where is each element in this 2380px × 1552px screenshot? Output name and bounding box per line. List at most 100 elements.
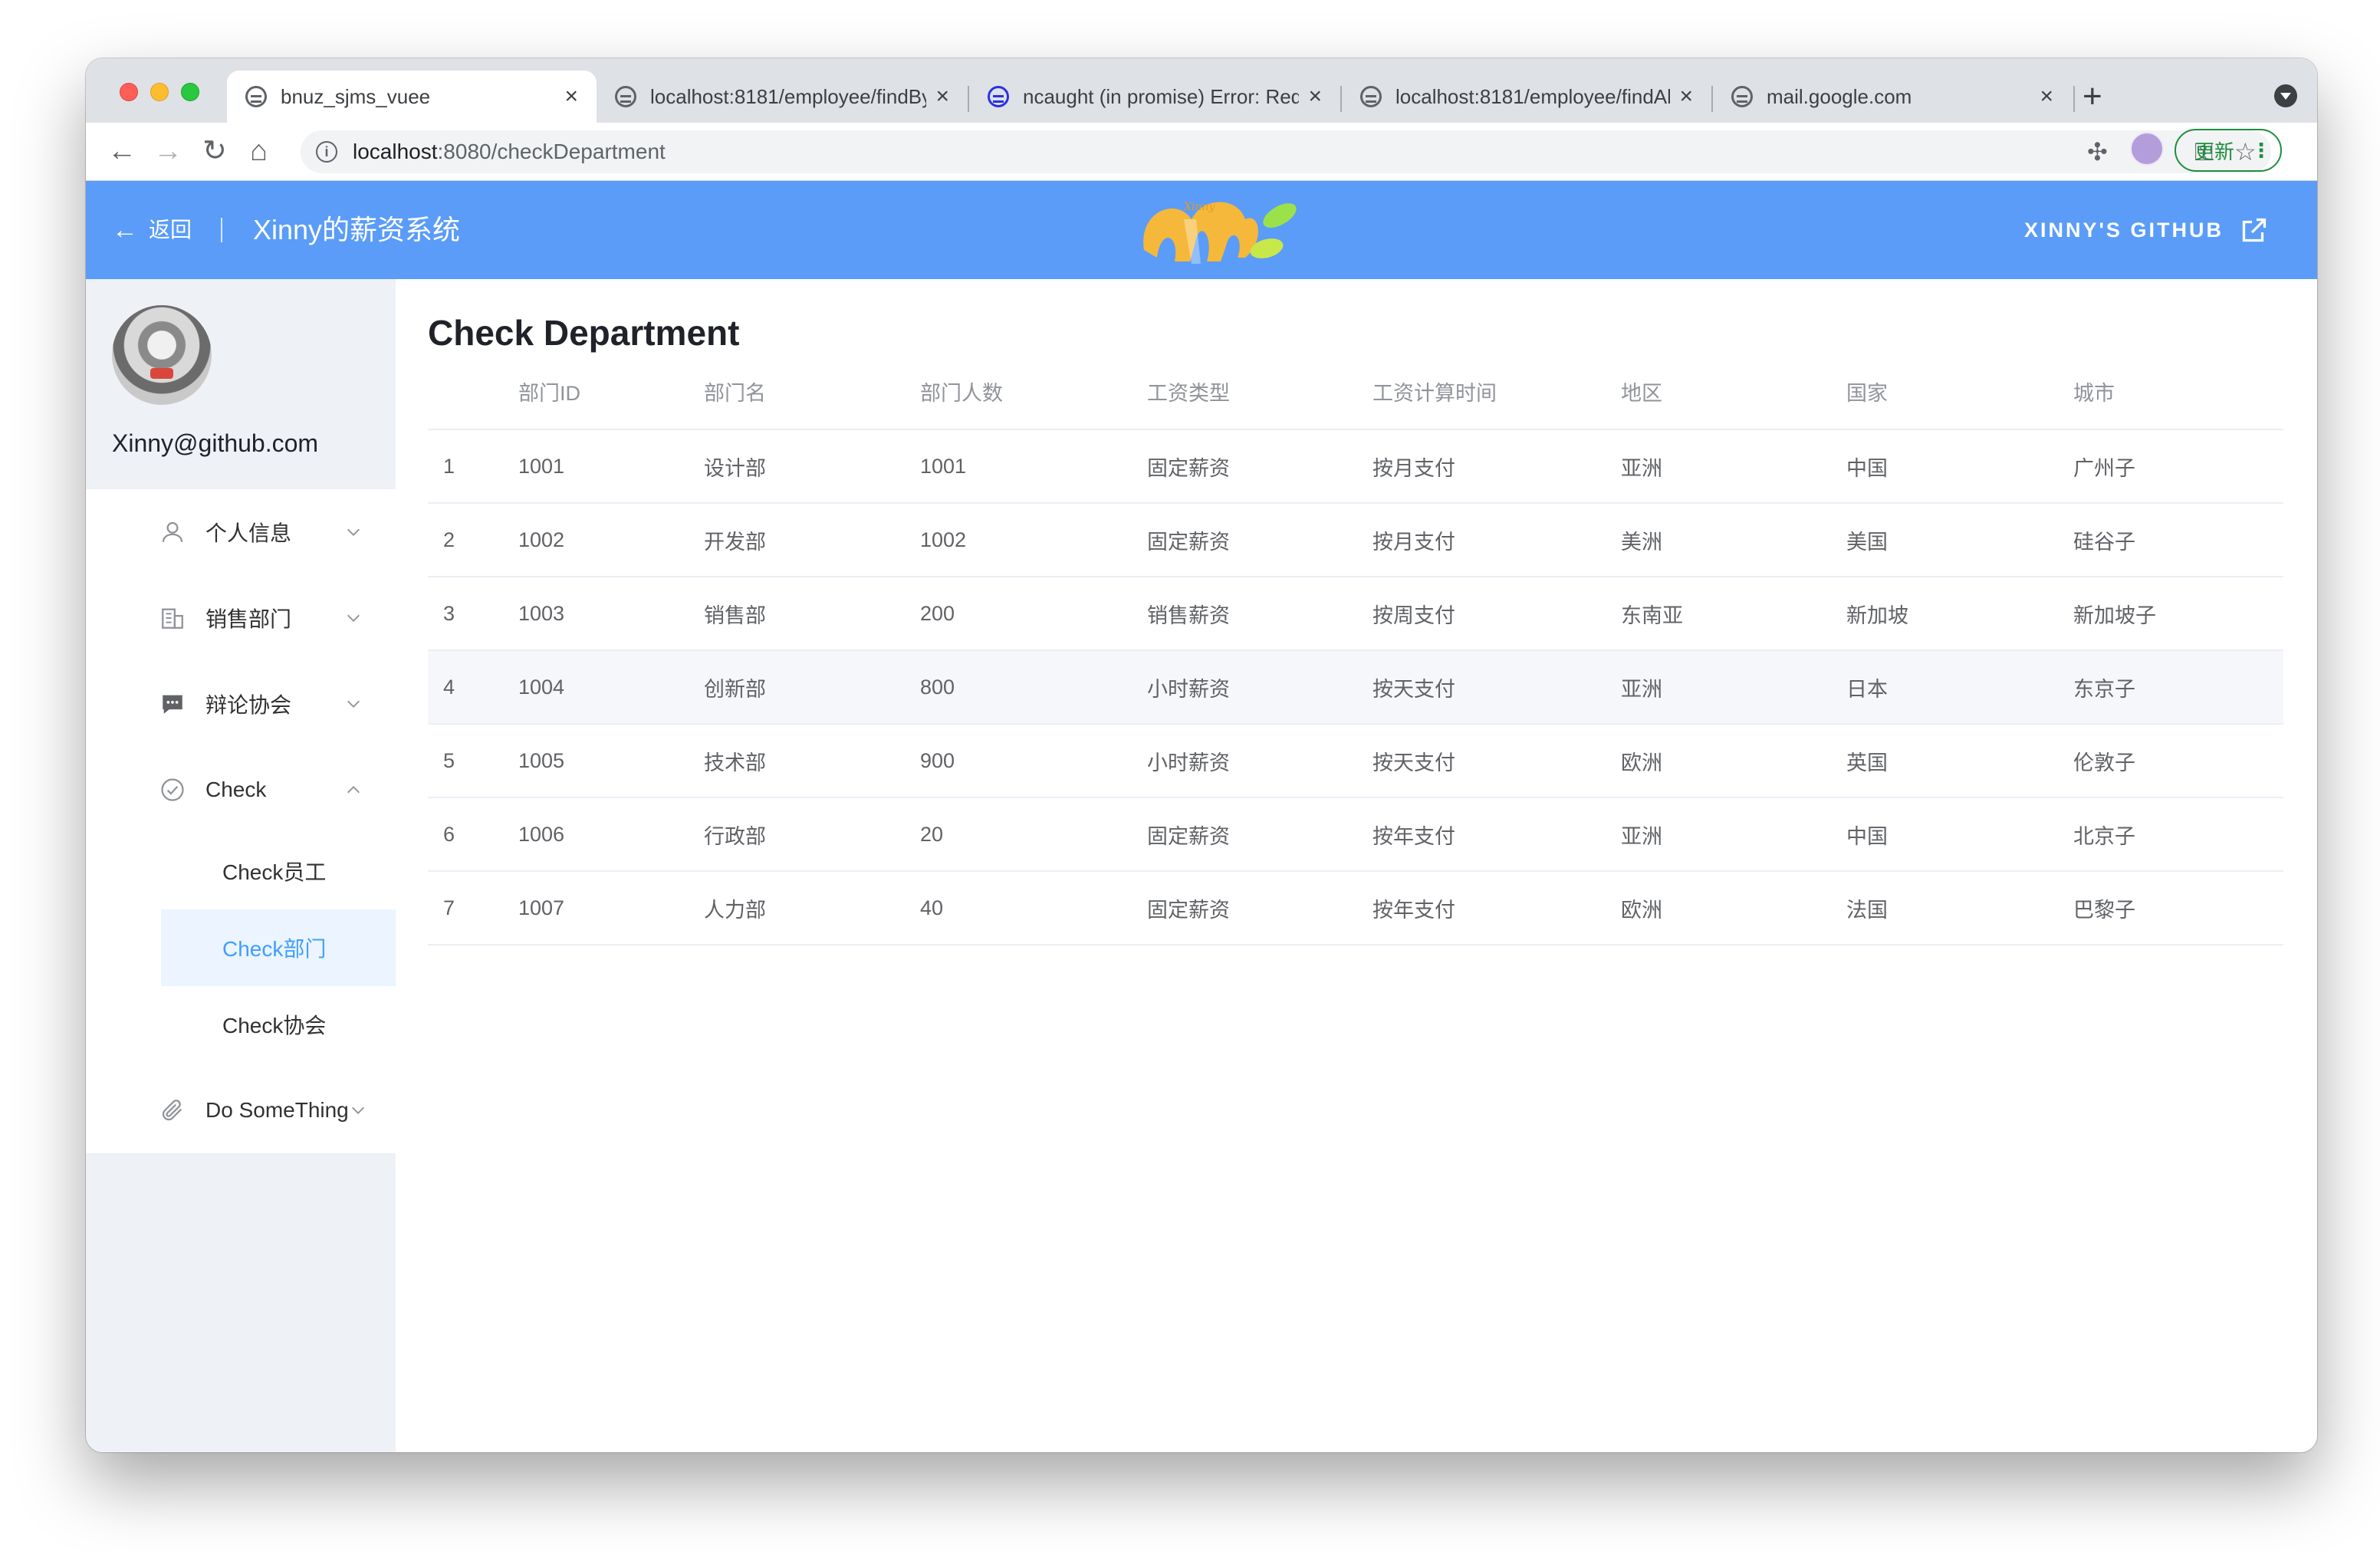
close-tab-icon[interactable]: × [2040, 84, 2053, 110]
github-link[interactable]: XINNY'S GITHUB [2024, 213, 2268, 247]
browser-tab[interactable]: mail.google.com × [1713, 71, 2072, 123]
profile-area: Xinny@github.com [86, 279, 396, 489]
url-text: localhost:8080/checkDepartment [353, 140, 666, 163]
column-header: 工资类型 [1132, 354, 1357, 430]
back-button[interactable]: ← 返回 [112, 212, 192, 248]
table-cell: 按年支付 [1357, 797, 1606, 872]
maximize-window-button[interactable] [181, 83, 199, 101]
browser-tab[interactable]: ncaught (in promise) Error: Red × [969, 71, 1340, 123]
menu-item-personal-info[interactable]: 个人信息 [86, 489, 396, 575]
table-cell: 1005 [503, 724, 689, 798]
table-cell: 技术部 [689, 724, 905, 798]
table-row[interactable]: 3 1003 销售部 200 销售薪资 按周支付 东南亚 新加坡 新加坡子 [428, 577, 2283, 651]
app-logo: Xinny [1143, 201, 1297, 264]
close-tab-icon[interactable]: × [1679, 84, 1693, 110]
column-header: 地区 [1606, 354, 1831, 430]
table-cell: 1003 [503, 577, 689, 651]
submenu-item-label: Check员工 [222, 860, 327, 884]
tab-title: localhost:8181/employee/findAll [1395, 84, 1671, 108]
app-header: ← 返回 Xinny的薪资系统 Xinny XINNY'S GITHUB [86, 181, 2317, 279]
browser-toolbar: ← → ↻ ⌂ i localhost:8080/checkDepartment… [86, 123, 2317, 181]
submenu-item-check-association[interactable]: Check协会 [161, 986, 396, 1063]
table-cell: 7 [428, 871, 503, 945]
table-cell: 200 [905, 577, 1132, 651]
table-cell: 亚洲 [1606, 650, 1831, 725]
column-header: 城市 [2058, 354, 2283, 430]
table-cell: 按天支付 [1357, 724, 1606, 798]
table-cell: 固定薪资 [1132, 503, 1357, 577]
tab-search-icon[interactable] [2274, 84, 2297, 107]
menu-item-label: 销售部门 [205, 607, 292, 631]
minimize-window-button[interactable] [150, 83, 169, 101]
table-row[interactable]: 2 1002 开发部 1002 固定薪资 按月支付 美洲 美国 硅谷子 [428, 503, 2283, 577]
table-cell: 1001 [905, 429, 1132, 504]
table-cell: 按月支付 [1357, 429, 1606, 504]
globe-icon [245, 86, 267, 107]
close-tab-icon[interactable]: × [1308, 84, 1322, 110]
browser-tab[interactable]: localhost:8181/employee/findAll × [1342, 71, 1711, 123]
globe-icon [615, 86, 636, 107]
table-cell: 欧洲 [1606, 871, 1831, 945]
table-cell: 按天支付 [1357, 650, 1606, 725]
submenu-item-check-employee[interactable]: Check员工 [161, 833, 396, 909]
arrow-left-icon: ← [112, 215, 138, 245]
tab-title: bnuz_sjms_vuee [281, 84, 431, 108]
forward-arrow-icon[interactable]: → [153, 132, 182, 170]
table-cell: 小时薪资 [1132, 724, 1357, 798]
table-cell: 1004 [503, 650, 689, 725]
home-icon[interactable]: ⌂ [250, 132, 268, 170]
table-cell: 900 [905, 724, 1132, 798]
chevron-up-icon [347, 786, 360, 794]
table-row[interactable]: 4 1004 创新部 800 小时薪资 按天支付 亚洲 日本 东京子 [428, 650, 2283, 725]
extensions-puzzle-icon[interactable]: ✣ [2087, 138, 2108, 166]
avatar[interactable] [2130, 132, 2164, 166]
menu-item-debate[interactable]: 辩论协会 [86, 661, 396, 747]
table-cell: 固定薪资 [1132, 871, 1357, 945]
close-tab-icon[interactable]: × [935, 84, 949, 110]
table-row[interactable]: 7 1007 人力部 40 固定薪资 按年支付 欧洲 法国 巴黎子 [428, 871, 2283, 945]
table-cell: 6 [428, 797, 503, 872]
table-cell: 人力部 [689, 871, 905, 945]
header-divider [221, 218, 222, 242]
menu-item-check[interactable]: Check [86, 747, 396, 833]
table-header-row: 部门ID 部门名 部门人数 工资类型 工资计算时间 地区 国家 城市 [428, 354, 2283, 430]
back-arrow-icon[interactable]: ← [107, 132, 136, 170]
table-row[interactable]: 5 1005 技术部 900 小时薪资 按天支付 欧洲 英国 伦敦子 [428, 724, 2283, 798]
browser-tab[interactable]: localhost:8181/employee/findBy × [597, 71, 968, 123]
main-content: Check Department 部门ID 部门名 部门人数 工资类型 工资计算… [396, 279, 2317, 1452]
menu-item-sales[interactable]: 销售部门 [86, 575, 396, 661]
sidebar: Xinny@github.com 个人信息 销售部门 辩论协会 Check Ch… [86, 279, 396, 1452]
table-cell: 中国 [1831, 429, 2058, 504]
reload-icon[interactable]: ↻ [202, 132, 227, 170]
submenu-item-check-department[interactable]: Check部门 [161, 909, 396, 986]
close-tab-icon[interactable]: × [564, 84, 578, 110]
chevron-down-icon [347, 614, 360, 622]
menu-item-do-something[interactable]: Do SomeThing [86, 1067, 396, 1153]
table-cell: 新加坡子 [2058, 577, 2283, 651]
table-cell: 设计部 [689, 429, 905, 504]
avatar [112, 305, 212, 405]
check-circle-icon [161, 778, 184, 801]
table-row[interactable]: 6 1006 行政部 20 固定薪资 按年支付 亚洲 中国 北京子 [428, 797, 2283, 872]
table-cell: 广州子 [2058, 429, 2283, 504]
site-info-icon[interactable]: i [316, 141, 337, 163]
chevron-down-icon [352, 1106, 364, 1114]
new-tab-button[interactable]: + [2082, 74, 2102, 120]
table-cell: 1002 [905, 503, 1132, 577]
baidu-paw-icon [988, 86, 1009, 107]
more-vertical-icon: ⋮ [2251, 138, 2272, 162]
address-bar[interactable]: i localhost:8080/checkDepartment ⚿ ☆ [301, 130, 2271, 173]
table-cell: 亚洲 [1606, 797, 1831, 872]
update-button[interactable]: 更新 ⋮ [2175, 129, 2282, 172]
table-cell: 小时薪资 [1132, 650, 1357, 725]
browser-tab[interactable]: bnuz_sjms_vuee × [227, 71, 597, 123]
table-cell: 1002 [503, 503, 689, 577]
table-cell: 按月支付 [1357, 503, 1606, 577]
close-window-button[interactable] [120, 83, 138, 101]
update-label: 更新 [2194, 140, 2235, 163]
table-row[interactable]: 1 1001 设计部 1001 固定薪资 按月支付 亚洲 中国 广州子 [428, 429, 2283, 504]
table-cell: 1001 [503, 429, 689, 504]
building-icon [162, 608, 183, 629]
table-cell: 行政部 [689, 797, 905, 872]
table-cell: 40 [905, 871, 1132, 945]
